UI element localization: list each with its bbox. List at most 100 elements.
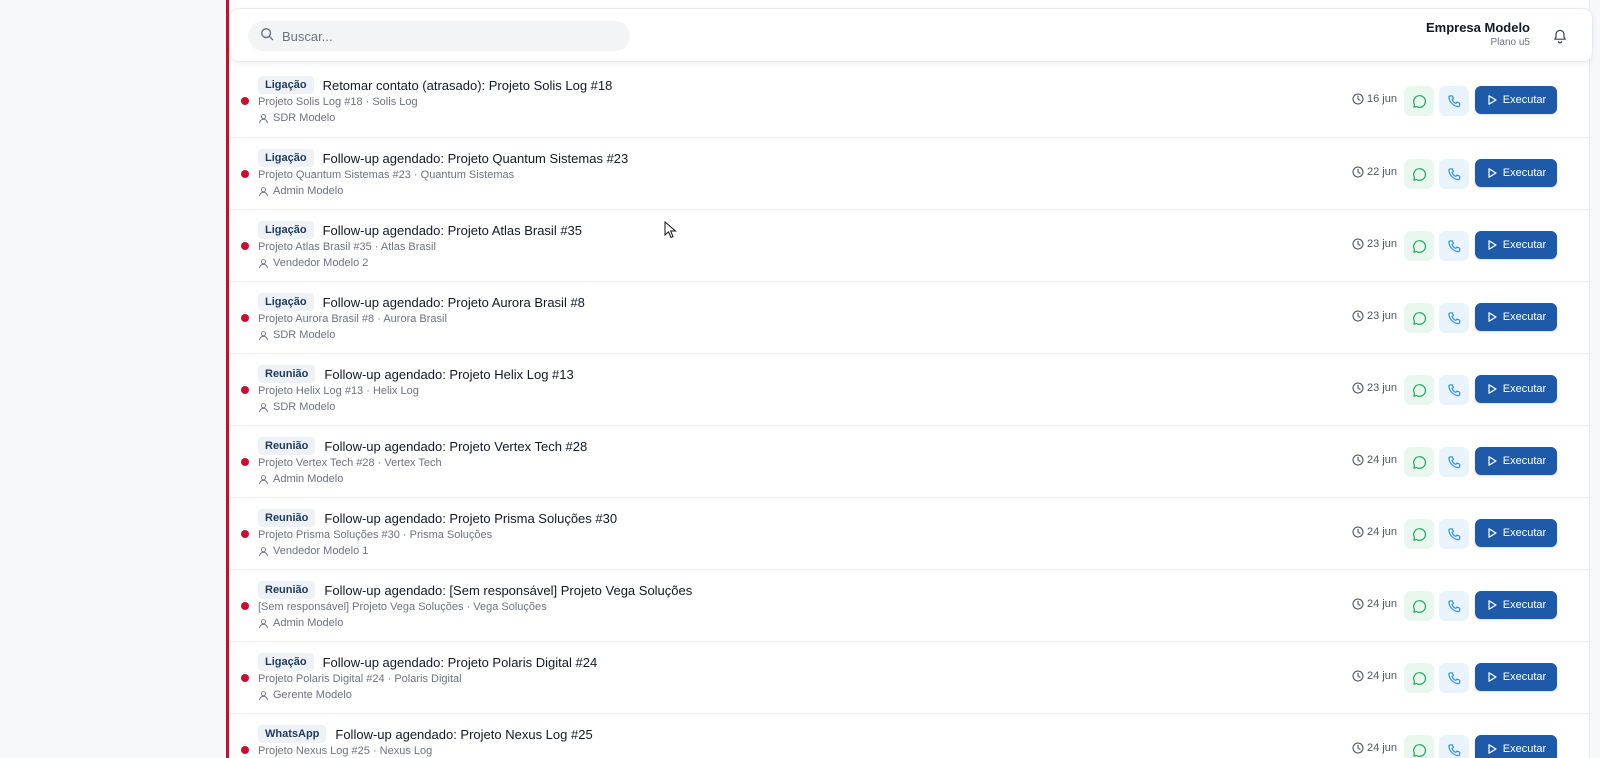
task-title[interactable]: Follow-up agendado: Projeto Helix Log #1… bbox=[324, 367, 573, 382]
play-icon bbox=[1488, 744, 1497, 754]
task-owner: SDR Modelo bbox=[258, 112, 335, 124]
task-row[interactable]: Ligação Follow-up agendado: Projeto Quan… bbox=[229, 137, 1593, 209]
execute-button[interactable]: Executar bbox=[1475, 519, 1557, 547]
task-due-date-text: 24 jun bbox=[1367, 454, 1397, 466]
task-owner-name: SDR Modelo bbox=[273, 112, 336, 124]
execute-button[interactable]: Executar bbox=[1475, 375, 1557, 403]
phone-icon bbox=[1447, 311, 1460, 324]
task-title[interactable]: Follow-up agendado: Projeto Prisma Soluç… bbox=[324, 511, 617, 526]
whatsapp-button[interactable] bbox=[1404, 735, 1434, 758]
execute-label: Executar bbox=[1502, 455, 1547, 467]
clock-icon bbox=[1352, 93, 1364, 105]
execute-button[interactable]: Executar bbox=[1475, 447, 1557, 475]
user-icon bbox=[259, 690, 268, 700]
whatsapp-icon bbox=[1412, 671, 1426, 685]
task-title[interactable]: Follow-up agendado: Projeto Vertex Tech … bbox=[324, 439, 587, 454]
task-due-date: 23 jun bbox=[1352, 382, 1397, 394]
whatsapp-button[interactable] bbox=[1404, 159, 1434, 189]
task-due-date: 24 jun bbox=[1352, 670, 1397, 682]
overdue-dot bbox=[241, 97, 249, 105]
execute-label: Executar bbox=[1502, 239, 1547, 251]
call-button[interactable] bbox=[1439, 159, 1469, 189]
user-icon bbox=[259, 113, 268, 123]
task-row[interactable]: Ligação Follow-up agendado: Projeto Atla… bbox=[229, 209, 1593, 281]
task-title[interactable]: Follow-up agendado: Projeto Aurora Brasi… bbox=[323, 295, 585, 310]
clock-icon bbox=[1352, 310, 1364, 322]
company-info[interactable]: Empresa Modelo Plano u5 bbox=[1426, 20, 1530, 48]
task-title[interactable]: Retomar contato (atrasado): Projeto Soli… bbox=[323, 78, 613, 93]
task-due-date: 23 jun bbox=[1352, 238, 1397, 250]
whatsapp-icon bbox=[1412, 383, 1426, 397]
task-owner: Admin Modelo bbox=[258, 185, 343, 197]
call-button[interactable] bbox=[1439, 231, 1469, 261]
call-button[interactable] bbox=[1439, 519, 1469, 549]
execute-button[interactable]: Executar bbox=[1475, 303, 1557, 331]
whatsapp-icon bbox=[1412, 527, 1426, 541]
execute-label: Executar bbox=[1502, 599, 1547, 611]
call-button[interactable] bbox=[1439, 86, 1469, 116]
whatsapp-button[interactable] bbox=[1404, 447, 1434, 477]
call-button[interactable] bbox=[1439, 375, 1469, 405]
execute-button[interactable]: Executar bbox=[1475, 591, 1557, 619]
main-content: Empresa Modelo Plano u5 Ligação Retomar … bbox=[226, 0, 1593, 758]
task-due-date: 24 jun bbox=[1352, 526, 1397, 538]
search-box[interactable] bbox=[248, 21, 630, 51]
notifications-bell-icon[interactable] bbox=[1550, 26, 1570, 46]
overdue-dot bbox=[241, 602, 249, 610]
execute-button[interactable]: Executar bbox=[1475, 231, 1557, 259]
task-title[interactable]: Follow-up agendado: [Sem responsável] Pr… bbox=[324, 583, 692, 598]
execute-button[interactable]: Executar bbox=[1475, 159, 1557, 187]
play-icon bbox=[1488, 240, 1497, 250]
overdue-dot bbox=[241, 530, 249, 538]
whatsapp-button[interactable] bbox=[1404, 231, 1434, 261]
task-title[interactable]: Follow-up agendado: Projeto Atlas Brasil… bbox=[323, 223, 582, 238]
execute-label: Executar bbox=[1502, 94, 1547, 106]
play-icon bbox=[1488, 600, 1497, 610]
phone-icon bbox=[1447, 455, 1460, 468]
phone-icon bbox=[1447, 743, 1460, 756]
task-row[interactable]: Ligação Retomar contato (atrasado): Proj… bbox=[229, 65, 1593, 137]
task-row[interactable]: Reunião Follow-up agendado: [Sem respons… bbox=[229, 569, 1593, 641]
whatsapp-button[interactable] bbox=[1404, 303, 1434, 333]
execute-button[interactable]: Executar bbox=[1475, 663, 1557, 691]
whatsapp-button[interactable] bbox=[1404, 375, 1434, 405]
whatsapp-icon bbox=[1412, 455, 1426, 469]
task-type-badge: Ligação bbox=[258, 221, 314, 239]
task-due-date-text: 24 jun bbox=[1367, 526, 1397, 538]
execute-button[interactable]: Executar bbox=[1475, 86, 1557, 114]
task-owner-name: SDR Modelo bbox=[273, 401, 336, 413]
call-button[interactable] bbox=[1439, 735, 1469, 758]
search-input[interactable] bbox=[282, 28, 612, 44]
play-icon bbox=[1488, 672, 1497, 682]
whatsapp-button[interactable] bbox=[1404, 519, 1434, 549]
call-button[interactable] bbox=[1439, 663, 1469, 693]
task-row[interactable]: Ligação Follow-up agendado: Projeto Auro… bbox=[229, 281, 1593, 353]
task-owner: SDR Modelo bbox=[258, 329, 335, 341]
task-row[interactable]: WhatsApp Follow-up agendado: Projeto Nex… bbox=[229, 713, 1593, 758]
clock-icon bbox=[1352, 166, 1364, 178]
task-owner-name: SDR Modelo bbox=[273, 329, 336, 341]
whatsapp-button[interactable] bbox=[1404, 591, 1434, 621]
task-row[interactable]: Reunião Follow-up agendado: Projeto Pris… bbox=[229, 497, 1593, 569]
task-subtitle: Projeto Polaris Digital #24 · Polaris Di… bbox=[258, 673, 462, 685]
task-row[interactable]: Ligação Follow-up agendado: Projeto Pola… bbox=[229, 641, 1593, 713]
execute-label: Executar bbox=[1502, 671, 1547, 683]
call-button[interactable] bbox=[1439, 303, 1469, 333]
play-icon bbox=[1488, 95, 1497, 105]
whatsapp-button[interactable] bbox=[1404, 663, 1434, 693]
whatsapp-button[interactable] bbox=[1404, 86, 1434, 116]
task-type-badge: Reunião bbox=[258, 437, 316, 455]
call-button[interactable] bbox=[1439, 447, 1469, 477]
task-subtitle: Projeto Quantum Sistemas #23 · Quantum S… bbox=[258, 169, 515, 181]
task-title[interactable]: Follow-up agendado: Projeto Quantum Sist… bbox=[323, 151, 629, 166]
play-icon bbox=[1488, 528, 1497, 538]
task-subtitle: Projeto Aurora Brasil #8 · Aurora Brasil bbox=[258, 313, 447, 325]
task-row[interactable]: Reunião Follow-up agendado: Projeto Vert… bbox=[229, 425, 1593, 497]
task-title[interactable]: Follow-up agendado: Projeto Polaris Digi… bbox=[323, 655, 598, 670]
clock-icon bbox=[1352, 526, 1364, 538]
execute-button[interactable]: Executar bbox=[1475, 735, 1557, 758]
task-title[interactable]: Follow-up agendado: Projeto Nexus Log #2… bbox=[335, 727, 592, 742]
task-row[interactable]: Reunião Follow-up agendado: Projeto Heli… bbox=[229, 353, 1593, 425]
task-subtitle: Projeto Prisma Soluções #30 · Prisma Sol… bbox=[258, 529, 493, 541]
call-button[interactable] bbox=[1439, 591, 1469, 621]
